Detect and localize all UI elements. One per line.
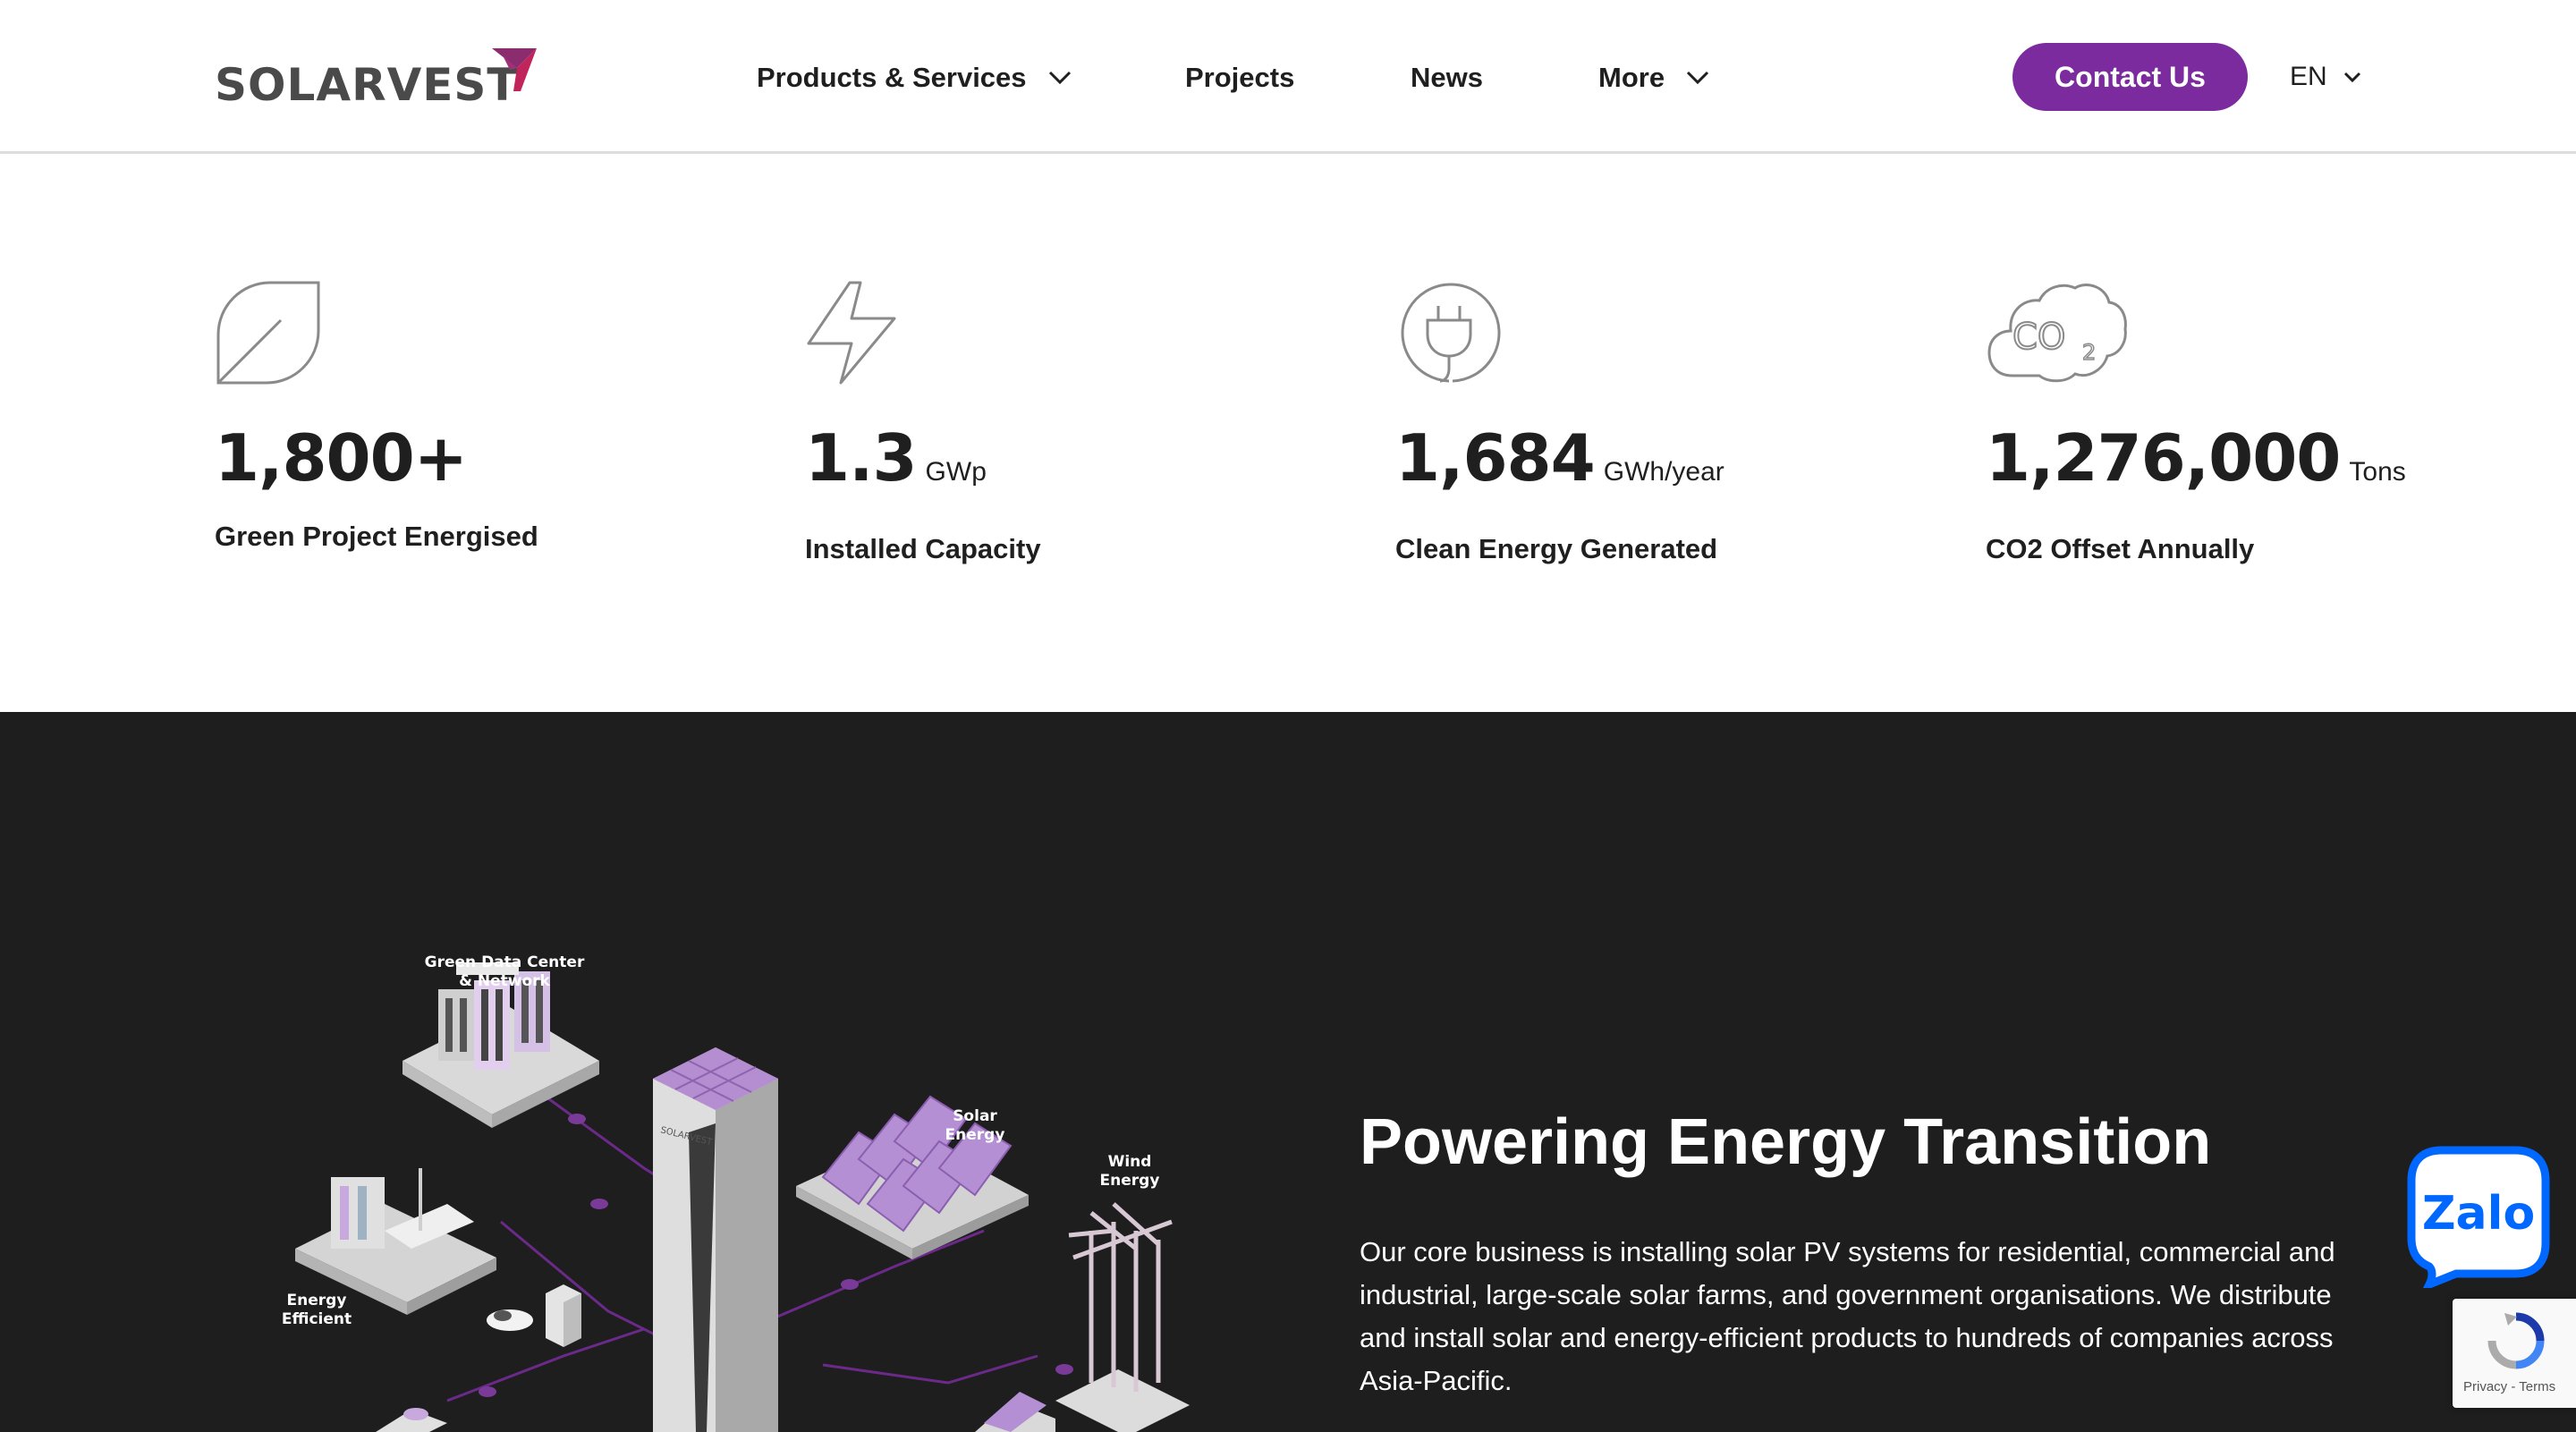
zalo-label: Zalo (2422, 1187, 2535, 1241)
wind-turbines-group (1055, 1202, 1190, 1432)
battery-unit (546, 1284, 581, 1347)
zalo-chat-button[interactable]: Zalo (2406, 1145, 2551, 1292)
stat-unit: GWp (925, 457, 987, 487)
nav-label: Products & Services (757, 62, 1027, 93)
recaptcha-badge[interactable]: Privacy - Terms (2453, 1299, 2576, 1408)
label-data-center-line2: & Network (459, 972, 550, 990)
stat-value: 1,276,000 (1986, 420, 2341, 496)
section-title: Powering Energy Transition (1360, 1106, 2212, 1178)
stat-label: CO2 Offset Annually (1986, 533, 2255, 564)
recaptcha-links[interactable]: Privacy - Terms (2463, 1379, 2555, 1394)
site-header: SOLARVEST Products & Services Projects N… (0, 0, 2576, 154)
stat-value: 1,800+ (215, 420, 468, 496)
nav-label: More (1598, 62, 1665, 93)
chevron-down-icon (1048, 71, 1071, 85)
label-efficient-line1: Energy (287, 1292, 347, 1309)
label-efficient-line2: Efficient (282, 1310, 352, 1328)
stat-value-row: 1,800+ (215, 420, 468, 496)
stat-label: Installed Capacity (805, 533, 1041, 564)
stat-value-row: 1,276,000 Tons (1986, 420, 2406, 496)
co2-cloud-icon: CO 2 (1987, 284, 2127, 383)
stat-value: 1,684 (1395, 420, 1596, 496)
lightning-icon (807, 281, 896, 385)
zalo-icon: Zalo (2407, 1146, 2550, 1292)
logo-mark-icon (492, 48, 537, 91)
nav-label: Projects (1185, 62, 1295, 93)
electric-car (487, 1309, 533, 1331)
chevron-down-icon (1687, 71, 1709, 85)
nav-products-services[interactable]: Products & Services (757, 55, 1072, 100)
label-solar-line2: Energy (945, 1126, 1005, 1144)
section-description: Our core business is installing solar PV… (1360, 1236, 2335, 1396)
chevron-down-icon (2343, 72, 2360, 82)
label-solar-line1: Solar (953, 1107, 997, 1125)
svg-text:CO: CO (2012, 317, 2065, 358)
stat-value-row: 1,684 GWh/year (1395, 420, 1724, 496)
label-wind-line2: Energy (1100, 1172, 1160, 1190)
solarvest-logo[interactable]: SOLARVEST (215, 47, 538, 111)
language-selector[interactable]: EN (2290, 57, 2361, 97)
solarvest-tower: SOLARVEST (653, 1047, 778, 1432)
plug-icon (1401, 283, 1501, 383)
stat-unit: Tons (2349, 457, 2406, 487)
leaf-icon (216, 281, 320, 385)
svg-text:2: 2 (2082, 340, 2096, 365)
stat-value-row: 1.3 GWp (805, 420, 987, 496)
label-wind-line1: Wind (1108, 1153, 1152, 1171)
stat-label: Clean Energy Generated (1395, 533, 1718, 564)
recaptcha-icon (2487, 1312, 2545, 1369)
nav-news[interactable]: News (1411, 55, 1483, 100)
logo-wordmark: SOLARVEST (215, 59, 519, 111)
nav-more[interactable]: More (1598, 55, 1709, 100)
energy-ecosystem-illustration: SOLARVEST Green Data Center & Network So… (282, 953, 1190, 1432)
language-label: EN (2290, 62, 2327, 91)
nav-projects[interactable]: Projects (1185, 55, 1294, 100)
contact-us-button[interactable]: Contact Us (2012, 43, 2248, 111)
label-data-center-line1: Green Data Center (425, 953, 585, 971)
nav-label: News (1411, 62, 1483, 93)
stat-unit: GWh/year (1603, 457, 1724, 487)
stat-label: Green Project Energised (215, 521, 538, 552)
energy-transition-section: SOLARVEST Green Data Center & Network So… (0, 712, 2576, 1432)
stat-value: 1.3 (805, 420, 918, 496)
